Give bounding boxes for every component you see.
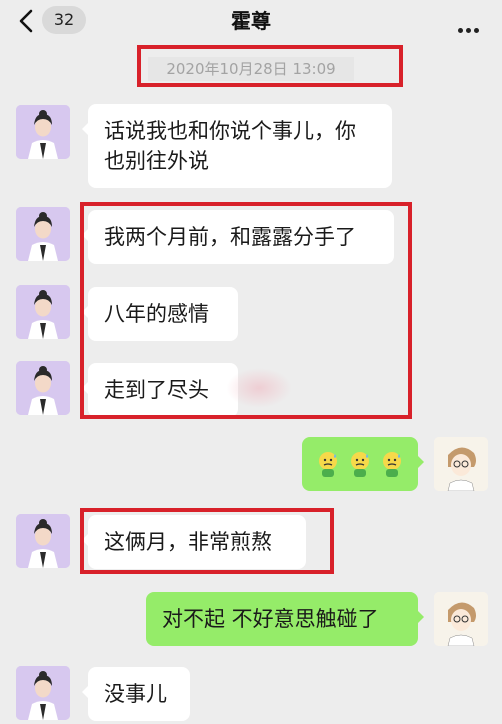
emoji-row: [316, 449, 404, 479]
contact-avatar-icon: [16, 666, 70, 720]
avatar-self[interactable]: [434, 592, 488, 646]
avatar-contact[interactable]: [16, 207, 70, 261]
message-text: 话说我也和你说个事儿，你也别往外说: [104, 119, 356, 173]
more-options-icon[interactable]: [458, 18, 482, 33]
highlight-box-breakup: [80, 202, 412, 419]
message-bubble-outgoing[interactable]: [302, 437, 424, 491]
sweat-emoji-icon: [383, 452, 401, 477]
unread-count-badge[interactable]: 32: [42, 6, 86, 34]
highlight-box-suffering: [80, 508, 334, 574]
avatar-contact[interactable]: [16, 361, 70, 415]
contact-avatar-icon: [16, 105, 70, 159]
message-bubble-incoming[interactable]: 没事儿: [82, 667, 190, 721]
message-text: 对不起 不好意思触碰了: [162, 607, 379, 631]
avatar-contact[interactable]: [16, 666, 70, 720]
contact-avatar-icon: [16, 207, 70, 261]
avatar-contact[interactable]: [16, 514, 70, 568]
avatar-contact[interactable]: [16, 105, 70, 159]
highlight-box-timestamp: [137, 45, 403, 87]
message-text: 没事儿: [104, 682, 167, 706]
back-chevron-icon[interactable]: [14, 8, 40, 34]
message-bubble-incoming[interactable]: 话说我也和你说个事儿，你也别往外说: [82, 104, 392, 188]
avatar-self[interactable]: [434, 437, 488, 491]
contact-avatar-icon: [16, 361, 70, 415]
message-bubble-outgoing[interactable]: 对不起 不好意思触碰了: [146, 592, 424, 646]
contact-avatar-icon: [16, 514, 70, 568]
sweat-emoji-icon: [351, 452, 369, 477]
sweat-emoji-icon: [319, 452, 337, 477]
self-avatar-icon: [434, 592, 488, 646]
contact-avatar-icon: [16, 285, 70, 339]
chat-header: 32 霍尊: [0, 0, 502, 42]
avatar-contact[interactable]: [16, 285, 70, 339]
self-avatar-icon: [434, 437, 488, 491]
